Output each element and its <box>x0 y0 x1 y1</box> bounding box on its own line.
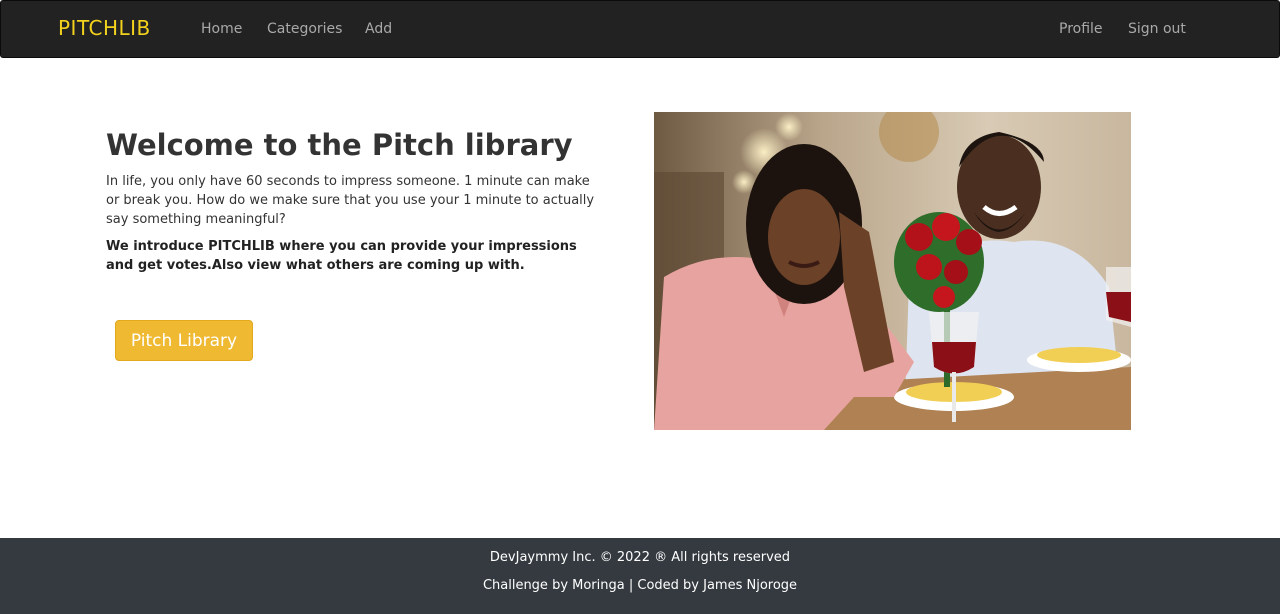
intro-paragraph: In life, you only have 60 seconds to imp… <box>106 174 595 227</box>
intro-strong-text: We introduce PITCHLIB where you can prov… <box>106 239 577 273</box>
footer-copyright: DevJaymmy Inc. © 2022 ® All rights reser… <box>489 550 791 565</box>
hero-image <box>654 112 1131 430</box>
site-footer: DevJaymmy Inc. © 2022 ® All rights reser… <box>0 538 1280 614</box>
top-navbar: PITCHLIB Home Categories Add Profile Sig… <box>0 0 1280 58</box>
nav-link-sign-out[interactable]: Sign out <box>1128 21 1186 37</box>
pitch-library-button[interactable]: Pitch Library <box>115 320 253 361</box>
nav-link-categories[interactable]: Categories <box>267 21 342 37</box>
page-title: Welcome to the Pitch library <box>106 128 573 162</box>
brand-logo[interactable]: PITCHLIB <box>58 16 151 40</box>
nav-link-add[interactable]: Add <box>365 21 392 37</box>
couple-dinner-illustration <box>654 112 1131 430</box>
footer-credits: Challenge by Moringa | Coded by James Nj… <box>482 578 798 593</box>
nav-link-home[interactable]: Home <box>201 21 242 37</box>
nav-link-profile[interactable]: Profile <box>1059 21 1103 37</box>
